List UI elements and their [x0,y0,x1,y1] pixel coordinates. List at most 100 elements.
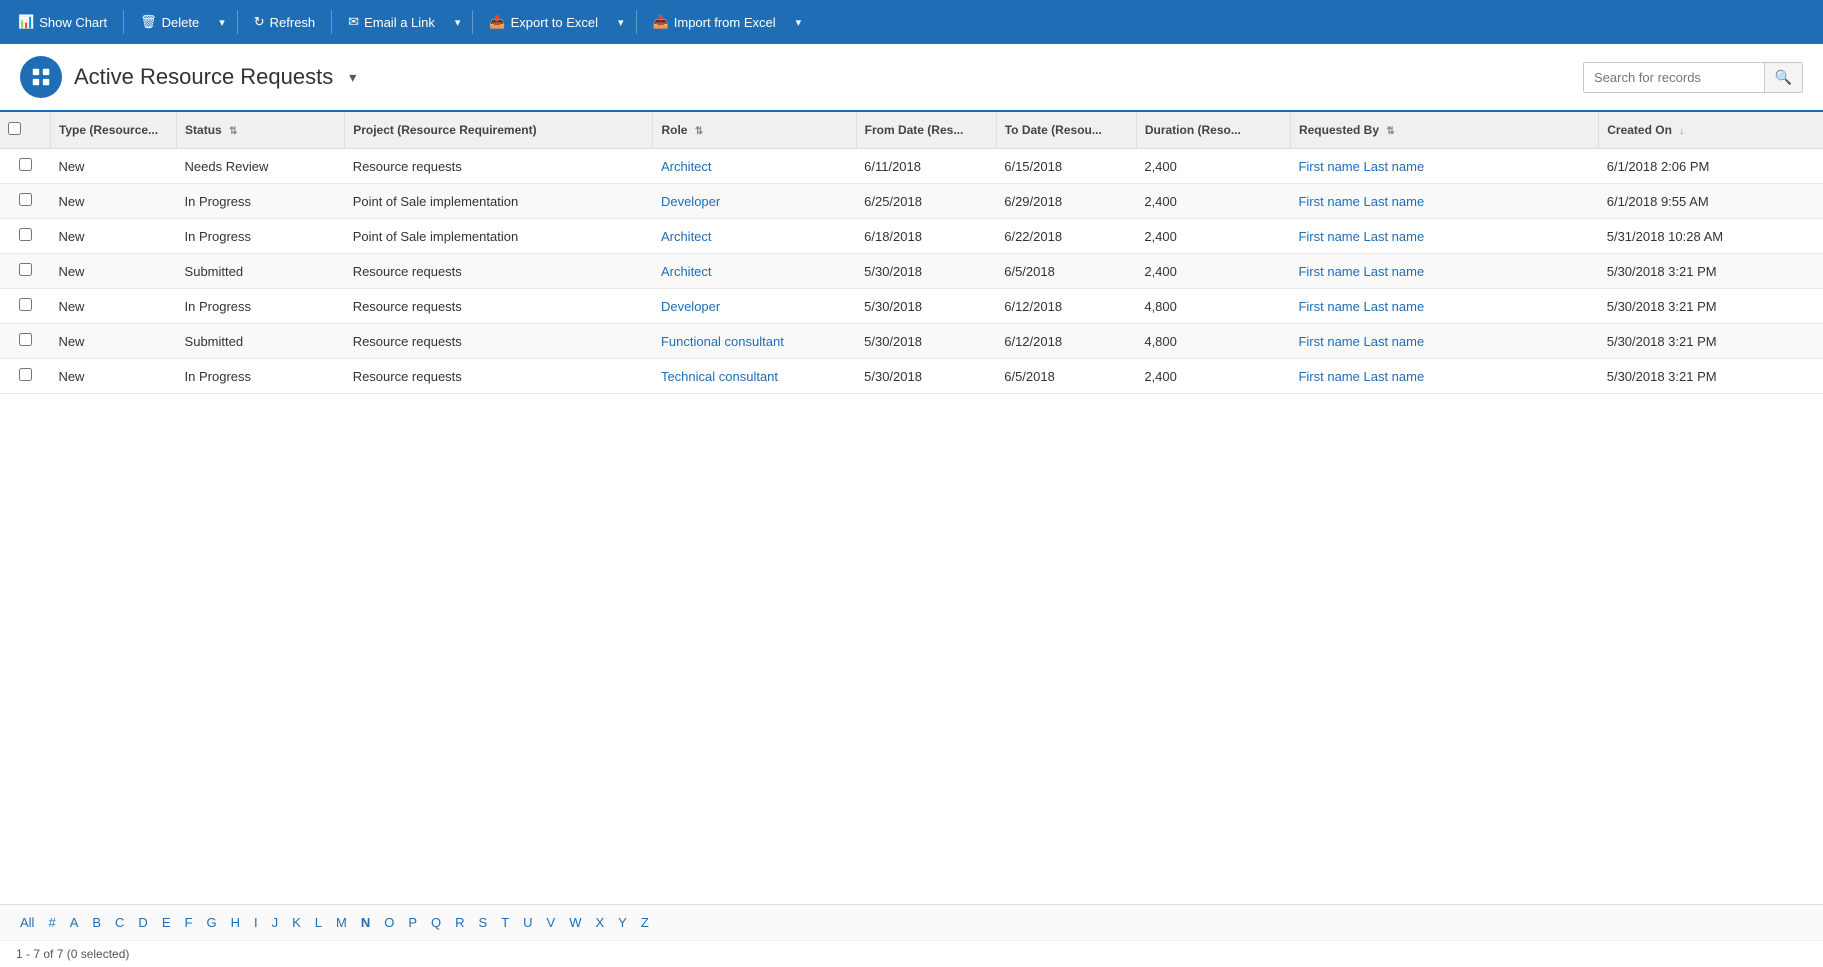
table-row: NewSubmittedResource requestsFunctional … [0,324,1823,359]
alpha-item-c[interactable]: C [111,913,128,932]
alpha-item-hash[interactable]: # [44,913,59,932]
cell-to-date: 6/15/2018 [996,149,1136,184]
cell-duration: 2,400 [1136,149,1290,184]
th-role[interactable]: Role ⇅ [653,112,856,149]
email-link-button[interactable]: ✉ Email a Link [338,4,445,40]
toolbar-divider-1 [123,10,124,34]
cell-role[interactable]: Architect [653,219,856,254]
th-type: Type (Resource... [50,112,176,149]
row-checkbox-cell [0,254,50,289]
cell-role[interactable]: Functional consultant [653,324,856,359]
cell-to-date: 6/12/2018 [996,324,1136,359]
row-checkbox[interactable] [19,368,32,381]
alpha-item-d[interactable]: D [134,913,151,932]
status-bar: 1 - 7 of 7 (0 selected) [0,940,1823,967]
table-row: NewIn ProgressPoint of Sale implementati… [0,219,1823,254]
sort-status-icon: ⇅ [229,126,237,137]
import-dropdown-button[interactable]: ▾ [790,4,808,40]
toolbar-divider-2 [237,10,238,34]
th-status[interactable]: Status ⇅ [177,112,345,149]
cell-role[interactable]: Developer [653,184,856,219]
cell-requested-by[interactable]: First name Last name [1290,149,1598,184]
sort-created-icon: ↓ [1679,126,1684,137]
import-excel-button[interactable]: 📥 Import from Excel [643,4,786,40]
cell-requested-by[interactable]: First name Last name [1290,219,1598,254]
row-checkbox[interactable] [19,158,32,171]
alpha-item-w[interactable]: W [565,913,585,932]
refresh-icon: ↻ [254,14,265,30]
title-dropdown-icon[interactable]: ▾ [349,69,356,86]
alpha-item-n[interactable]: N [357,913,374,932]
alpha-item-f[interactable]: F [180,913,196,932]
entity-icon [20,56,62,98]
search-button[interactable]: 🔍 [1764,63,1802,92]
cell-duration: 2,400 [1136,359,1290,394]
alpha-item-x[interactable]: X [592,913,609,932]
alpha-item-s[interactable]: S [475,913,492,932]
row-checkbox-cell [0,219,50,254]
alpha-item-h[interactable]: H [227,913,244,932]
delete-icon: 🗑 [140,14,157,30]
cell-requested-by[interactable]: First name Last name [1290,289,1598,324]
cell-status: In Progress [177,184,345,219]
alpha-item-a[interactable]: A [66,913,83,932]
select-all-checkbox[interactable] [8,122,21,135]
cell-role[interactable]: Developer [653,289,856,324]
alpha-item-e[interactable]: E [158,913,175,932]
cell-type: New [50,219,176,254]
alpha-item-q[interactable]: Q [427,913,445,932]
cell-duration: 4,800 [1136,289,1290,324]
cell-from-date: 5/30/2018 [856,324,996,359]
alpha-item-r[interactable]: R [451,913,468,932]
export-dropdown-button[interactable]: ▾ [612,4,630,40]
cell-project: Resource requests [345,289,653,324]
alpha-item-m[interactable]: M [332,913,351,932]
cell-requested-by[interactable]: First name Last name [1290,359,1598,394]
table-container: Type (Resource... Status ⇅ Project (Reso… [0,112,1823,904]
table-row: NewIn ProgressResource requestsTechnical… [0,359,1823,394]
cell-role[interactable]: Technical consultant [653,359,856,394]
delete-dropdown-button[interactable]: ▾ [213,4,231,40]
alpha-item-i[interactable]: I [250,913,262,932]
alpha-item-p[interactable]: P [404,913,421,932]
alpha-item-z[interactable]: Z [637,913,653,932]
alpha-item-l[interactable]: L [311,913,326,932]
cell-role[interactable]: Architect [653,149,856,184]
row-checkbox[interactable] [19,193,32,206]
row-checkbox[interactable] [19,228,32,241]
alpha-item-t[interactable]: T [497,913,513,932]
alpha-item-u[interactable]: U [519,913,536,932]
cell-requested-by[interactable]: First name Last name [1290,324,1598,359]
alpha-item-j[interactable]: J [268,913,283,932]
search-input[interactable] [1584,64,1764,91]
export-excel-button[interactable]: 📤 Export to Excel [479,4,608,40]
alpha-item-o[interactable]: O [380,913,398,932]
th-created-on[interactable]: Created On ↓ [1599,112,1823,149]
row-checkbox[interactable] [19,298,32,311]
cell-requested-by[interactable]: First name Last name [1290,184,1598,219]
cell-requested-by[interactable]: First name Last name [1290,254,1598,289]
refresh-button[interactable]: ↻ Refresh [244,4,325,40]
email-icon: ✉ [348,14,359,30]
alpha-item-k[interactable]: K [288,913,305,932]
alpha-item-all[interactable]: All [16,913,38,932]
th-duration: Duration (Reso... [1136,112,1290,149]
th-requested-by[interactable]: Requested By ⇅ [1290,112,1598,149]
alpha-item-g[interactable]: G [202,913,220,932]
header-left: Active Resource Requests ▾ [20,56,356,98]
row-checkbox[interactable] [19,333,32,346]
cell-project: Point of Sale implementation [345,219,653,254]
cell-role[interactable]: Architect [653,254,856,289]
row-checkbox-cell [0,324,50,359]
row-checkbox[interactable] [19,263,32,276]
alpha-item-y[interactable]: Y [614,913,631,932]
cell-status: Submitted [177,254,345,289]
alpha-item-b[interactable]: B [88,913,105,932]
delete-button[interactable]: 🗑 Delete [130,4,209,40]
alpha-item-v[interactable]: V [543,913,560,932]
show-chart-button[interactable]: 📊 Show Chart [8,4,117,40]
cell-duration: 4,800 [1136,324,1290,359]
email-link-dropdown-button[interactable]: ▾ [449,4,467,40]
table-row: NewIn ProgressPoint of Sale implementati… [0,184,1823,219]
cell-from-date: 6/25/2018 [856,184,996,219]
